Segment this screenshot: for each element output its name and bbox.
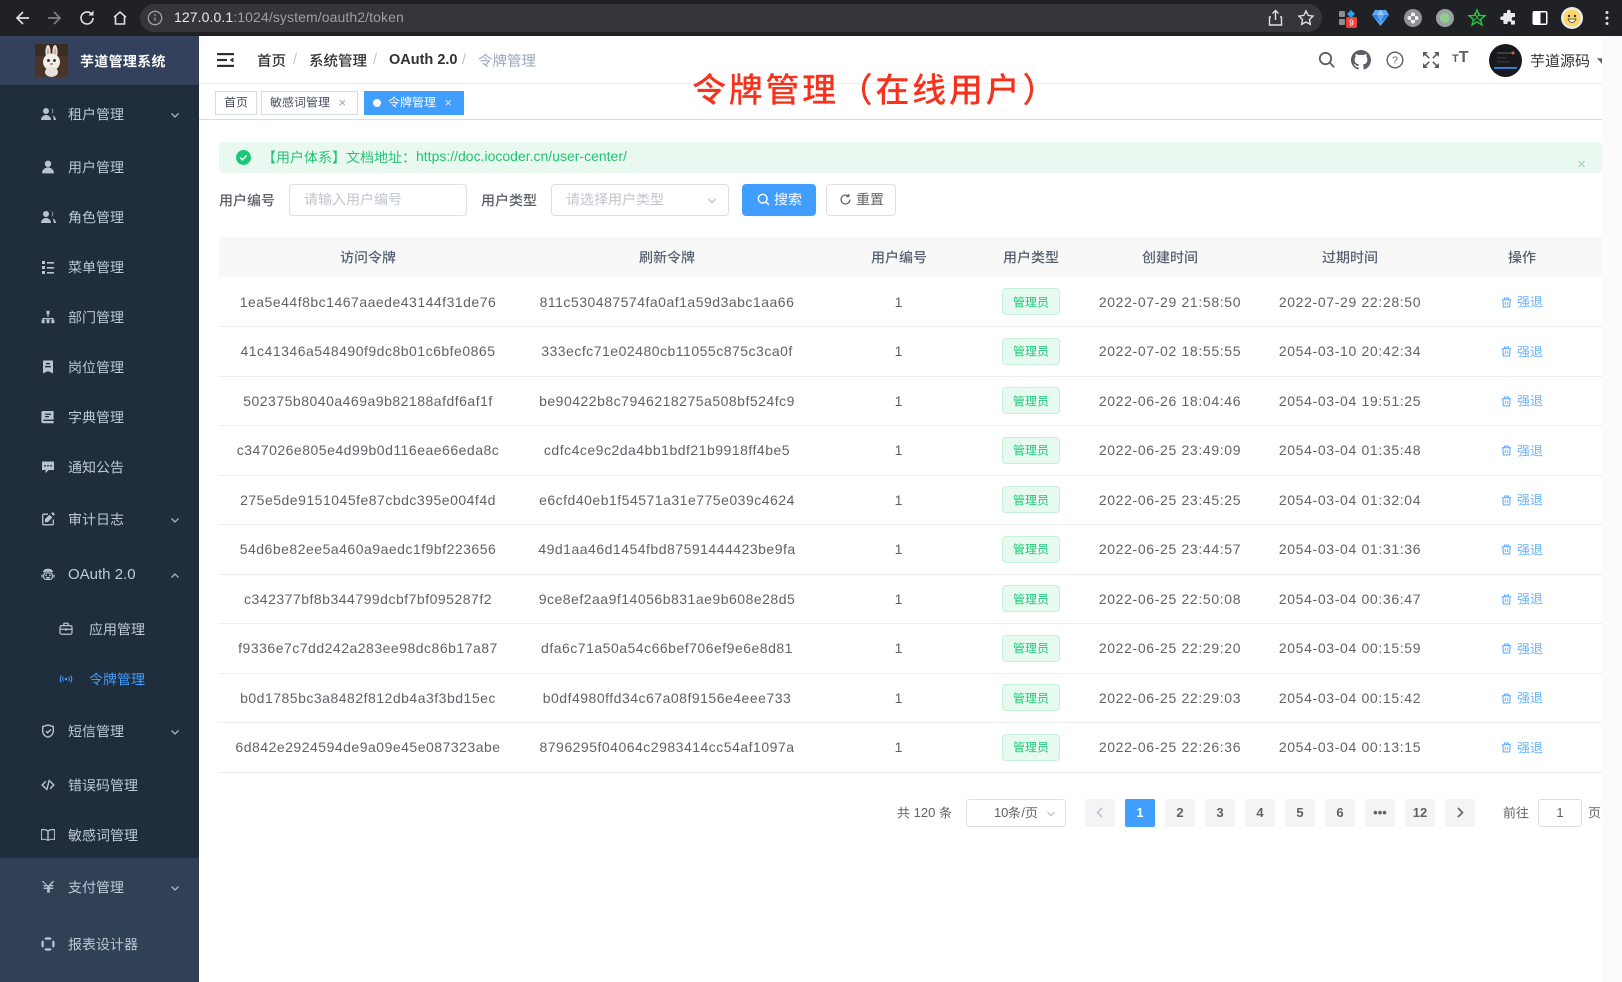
- svg-text:?: ?: [1392, 55, 1398, 67]
- svg-text:9: 9: [1349, 18, 1354, 28]
